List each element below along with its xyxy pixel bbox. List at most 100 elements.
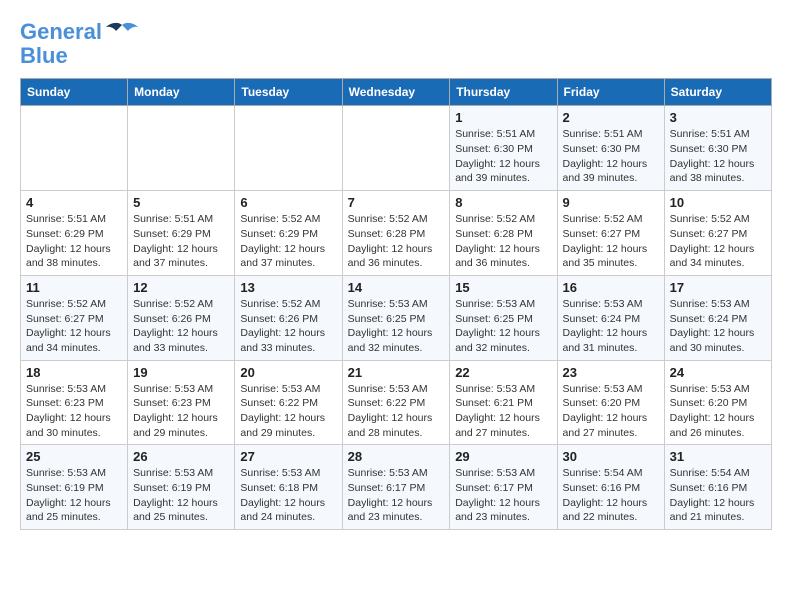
day-info: Sunrise: 5:52 AM Sunset: 6:27 PM Dayligh… xyxy=(670,212,766,271)
logo-bird-icon xyxy=(104,21,140,49)
day-info: Sunrise: 5:51 AM Sunset: 6:29 PM Dayligh… xyxy=(133,212,229,271)
calendar-cell: 13Sunrise: 5:52 AM Sunset: 6:26 PM Dayli… xyxy=(235,275,342,360)
weekday-header-monday: Monday xyxy=(128,79,235,106)
day-number: 17 xyxy=(670,280,766,295)
day-info: Sunrise: 5:53 AM Sunset: 6:25 PM Dayligh… xyxy=(348,297,445,356)
calendar-cell: 26Sunrise: 5:53 AM Sunset: 6:19 PM Dayli… xyxy=(128,445,235,530)
day-info: Sunrise: 5:53 AM Sunset: 6:17 PM Dayligh… xyxy=(455,466,551,525)
day-info: Sunrise: 5:52 AM Sunset: 6:28 PM Dayligh… xyxy=(348,212,445,271)
day-info: Sunrise: 5:53 AM Sunset: 6:25 PM Dayligh… xyxy=(455,297,551,356)
day-number: 24 xyxy=(670,365,766,380)
logo: General Blue xyxy=(20,20,140,68)
calendar-cell: 12Sunrise: 5:52 AM Sunset: 6:26 PM Dayli… xyxy=(128,275,235,360)
day-info: Sunrise: 5:53 AM Sunset: 6:22 PM Dayligh… xyxy=(240,382,336,441)
day-number: 9 xyxy=(563,195,659,210)
weekday-header-friday: Friday xyxy=(557,79,664,106)
day-info: Sunrise: 5:54 AM Sunset: 6:16 PM Dayligh… xyxy=(563,466,659,525)
weekday-row: SundayMondayTuesdayWednesdayThursdayFrid… xyxy=(21,79,772,106)
day-number: 31 xyxy=(670,449,766,464)
calendar-cell: 27Sunrise: 5:53 AM Sunset: 6:18 PM Dayli… xyxy=(235,445,342,530)
day-info: Sunrise: 5:53 AM Sunset: 6:23 PM Dayligh… xyxy=(133,382,229,441)
calendar-cell: 7 Sunrise: 5:52 AM Sunset: 6:28 PM Daylig… xyxy=(342,191,450,276)
day-info: Sunrise: 5:53 AM Sunset: 6:24 PM Dayligh… xyxy=(670,297,766,356)
day-info: Sunrise: 5:53 AM Sunset: 6:19 PM Dayligh… xyxy=(133,466,229,525)
calendar-cell xyxy=(21,106,128,191)
calendar-cell: 25Sunrise: 5:53 AM Sunset: 6:19 PM Dayli… xyxy=(21,445,128,530)
day-number: 18 xyxy=(26,365,122,380)
day-info: Sunrise: 5:51 AM Sunset: 6:30 PM Dayligh… xyxy=(455,127,551,186)
calendar-cell: 10Sunrise: 5:52 AM Sunset: 6:27 PM Dayli… xyxy=(664,191,771,276)
calendar-cell: 3 Sunrise: 5:51 AM Sunset: 6:30 PM Daylig… xyxy=(664,106,771,191)
calendar-table: SundayMondayTuesdayWednesdayThursdayFrid… xyxy=(20,78,772,530)
weekday-header-thursday: Thursday xyxy=(450,79,557,106)
day-number: 28 xyxy=(348,449,445,464)
day-number: 5 xyxy=(133,195,229,210)
day-info: Sunrise: 5:53 AM Sunset: 6:22 PM Dayligh… xyxy=(348,382,445,441)
calendar-cell xyxy=(128,106,235,191)
day-info: Sunrise: 5:53 AM Sunset: 6:24 PM Dayligh… xyxy=(563,297,659,356)
calendar-week-1: 1 Sunrise: 5:51 AM Sunset: 6:30 PM Daylig… xyxy=(21,106,772,191)
day-info: Sunrise: 5:53 AM Sunset: 6:18 PM Dayligh… xyxy=(240,466,336,525)
calendar-cell: 31 Sunrise: 5:54 AM Sunset: 6:16 PM Dayli… xyxy=(664,445,771,530)
calendar-cell: 4Sunrise: 5:51 AM Sunset: 6:29 PM Daylig… xyxy=(21,191,128,276)
page-header: General Blue xyxy=(20,20,772,68)
calendar-week-5: 25Sunrise: 5:53 AM Sunset: 6:19 PM Dayli… xyxy=(21,445,772,530)
day-number: 11 xyxy=(26,280,122,295)
calendar-week-4: 18 Sunrise: 5:53 AM Sunset: 6:23 PM Dayli… xyxy=(21,360,772,445)
calendar-week-3: 11 Sunrise: 5:52 AM Sunset: 6:27 PM Dayli… xyxy=(21,275,772,360)
day-number: 2 xyxy=(563,110,659,125)
logo-blue: Blue xyxy=(20,43,68,68)
day-info: Sunrise: 5:53 AM Sunset: 6:20 PM Dayligh… xyxy=(670,382,766,441)
day-info: Sunrise: 5:52 AM Sunset: 6:27 PM Dayligh… xyxy=(563,212,659,271)
calendar-cell: 24 Sunrise: 5:53 AM Sunset: 6:20 PM Dayli… xyxy=(664,360,771,445)
calendar-body: 1 Sunrise: 5:51 AM Sunset: 6:30 PM Daylig… xyxy=(21,106,772,530)
day-number: 13 xyxy=(240,280,336,295)
calendar-cell: 30 Sunrise: 5:54 AM Sunset: 6:16 PM Dayli… xyxy=(557,445,664,530)
calendar-cell: 21 Sunrise: 5:53 AM Sunset: 6:22 PM Dayli… xyxy=(342,360,450,445)
day-number: 15 xyxy=(455,280,551,295)
day-number: 20 xyxy=(240,365,336,380)
day-number: 7 xyxy=(348,195,445,210)
day-number: 16 xyxy=(563,280,659,295)
day-number: 8 xyxy=(455,195,551,210)
day-info: Sunrise: 5:53 AM Sunset: 6:17 PM Dayligh… xyxy=(348,466,445,525)
calendar-cell xyxy=(235,106,342,191)
day-number: 22 xyxy=(455,365,551,380)
calendar-cell: 19Sunrise: 5:53 AM Sunset: 6:23 PM Dayli… xyxy=(128,360,235,445)
day-number: 23 xyxy=(563,365,659,380)
calendar-cell: 11 Sunrise: 5:52 AM Sunset: 6:27 PM Dayli… xyxy=(21,275,128,360)
day-info: Sunrise: 5:52 AM Sunset: 6:28 PM Dayligh… xyxy=(455,212,551,271)
logo-text: General Blue xyxy=(20,20,102,68)
day-info: Sunrise: 5:54 AM Sunset: 6:16 PM Dayligh… xyxy=(670,466,766,525)
weekday-header-tuesday: Tuesday xyxy=(235,79,342,106)
day-info: Sunrise: 5:51 AM Sunset: 6:30 PM Dayligh… xyxy=(670,127,766,186)
logo-general: General xyxy=(20,19,102,44)
calendar-cell: 28 Sunrise: 5:53 AM Sunset: 6:17 PM Dayli… xyxy=(342,445,450,530)
calendar-cell xyxy=(342,106,450,191)
calendar-cell: 23Sunrise: 5:53 AM Sunset: 6:20 PM Dayli… xyxy=(557,360,664,445)
day-info: Sunrise: 5:53 AM Sunset: 6:21 PM Dayligh… xyxy=(455,382,551,441)
day-number: 14 xyxy=(348,280,445,295)
weekday-header-wednesday: Wednesday xyxy=(342,79,450,106)
weekday-header-saturday: Saturday xyxy=(664,79,771,106)
calendar-cell: 1 Sunrise: 5:51 AM Sunset: 6:30 PM Daylig… xyxy=(450,106,557,191)
calendar-cell: 20 Sunrise: 5:53 AM Sunset: 6:22 PM Dayli… xyxy=(235,360,342,445)
calendar-cell: 16 Sunrise: 5:53 AM Sunset: 6:24 PM Dayli… xyxy=(557,275,664,360)
day-number: 4 xyxy=(26,195,122,210)
day-info: Sunrise: 5:51 AM Sunset: 6:30 PM Dayligh… xyxy=(563,127,659,186)
day-info: Sunrise: 5:52 AM Sunset: 6:26 PM Dayligh… xyxy=(133,297,229,356)
day-info: Sunrise: 5:53 AM Sunset: 6:19 PM Dayligh… xyxy=(26,466,122,525)
day-number: 29 xyxy=(455,449,551,464)
calendar-cell: 22 Sunrise: 5:53 AM Sunset: 6:21 PM Dayli… xyxy=(450,360,557,445)
day-info: Sunrise: 5:52 AM Sunset: 6:27 PM Dayligh… xyxy=(26,297,122,356)
weekday-header-sunday: Sunday xyxy=(21,79,128,106)
calendar-cell: 18Sunrise: 5:53 AM Sunset: 6:23 PM Dayli… xyxy=(21,360,128,445)
day-number: 21 xyxy=(348,365,445,380)
calendar-cell: 2 Sunrise: 5:51 AM Sunset: 6:30 PM Daylig… xyxy=(557,106,664,191)
calendar-cell: 8 Sunrise: 5:52 AM Sunset: 6:28 PM Daylig… xyxy=(450,191,557,276)
day-number: 6 xyxy=(240,195,336,210)
day-number: 1 xyxy=(455,110,551,125)
day-number: 30 xyxy=(563,449,659,464)
day-number: 3 xyxy=(670,110,766,125)
calendar-cell: 14 Sunrise: 5:53 AM Sunset: 6:25 PM Dayli… xyxy=(342,275,450,360)
